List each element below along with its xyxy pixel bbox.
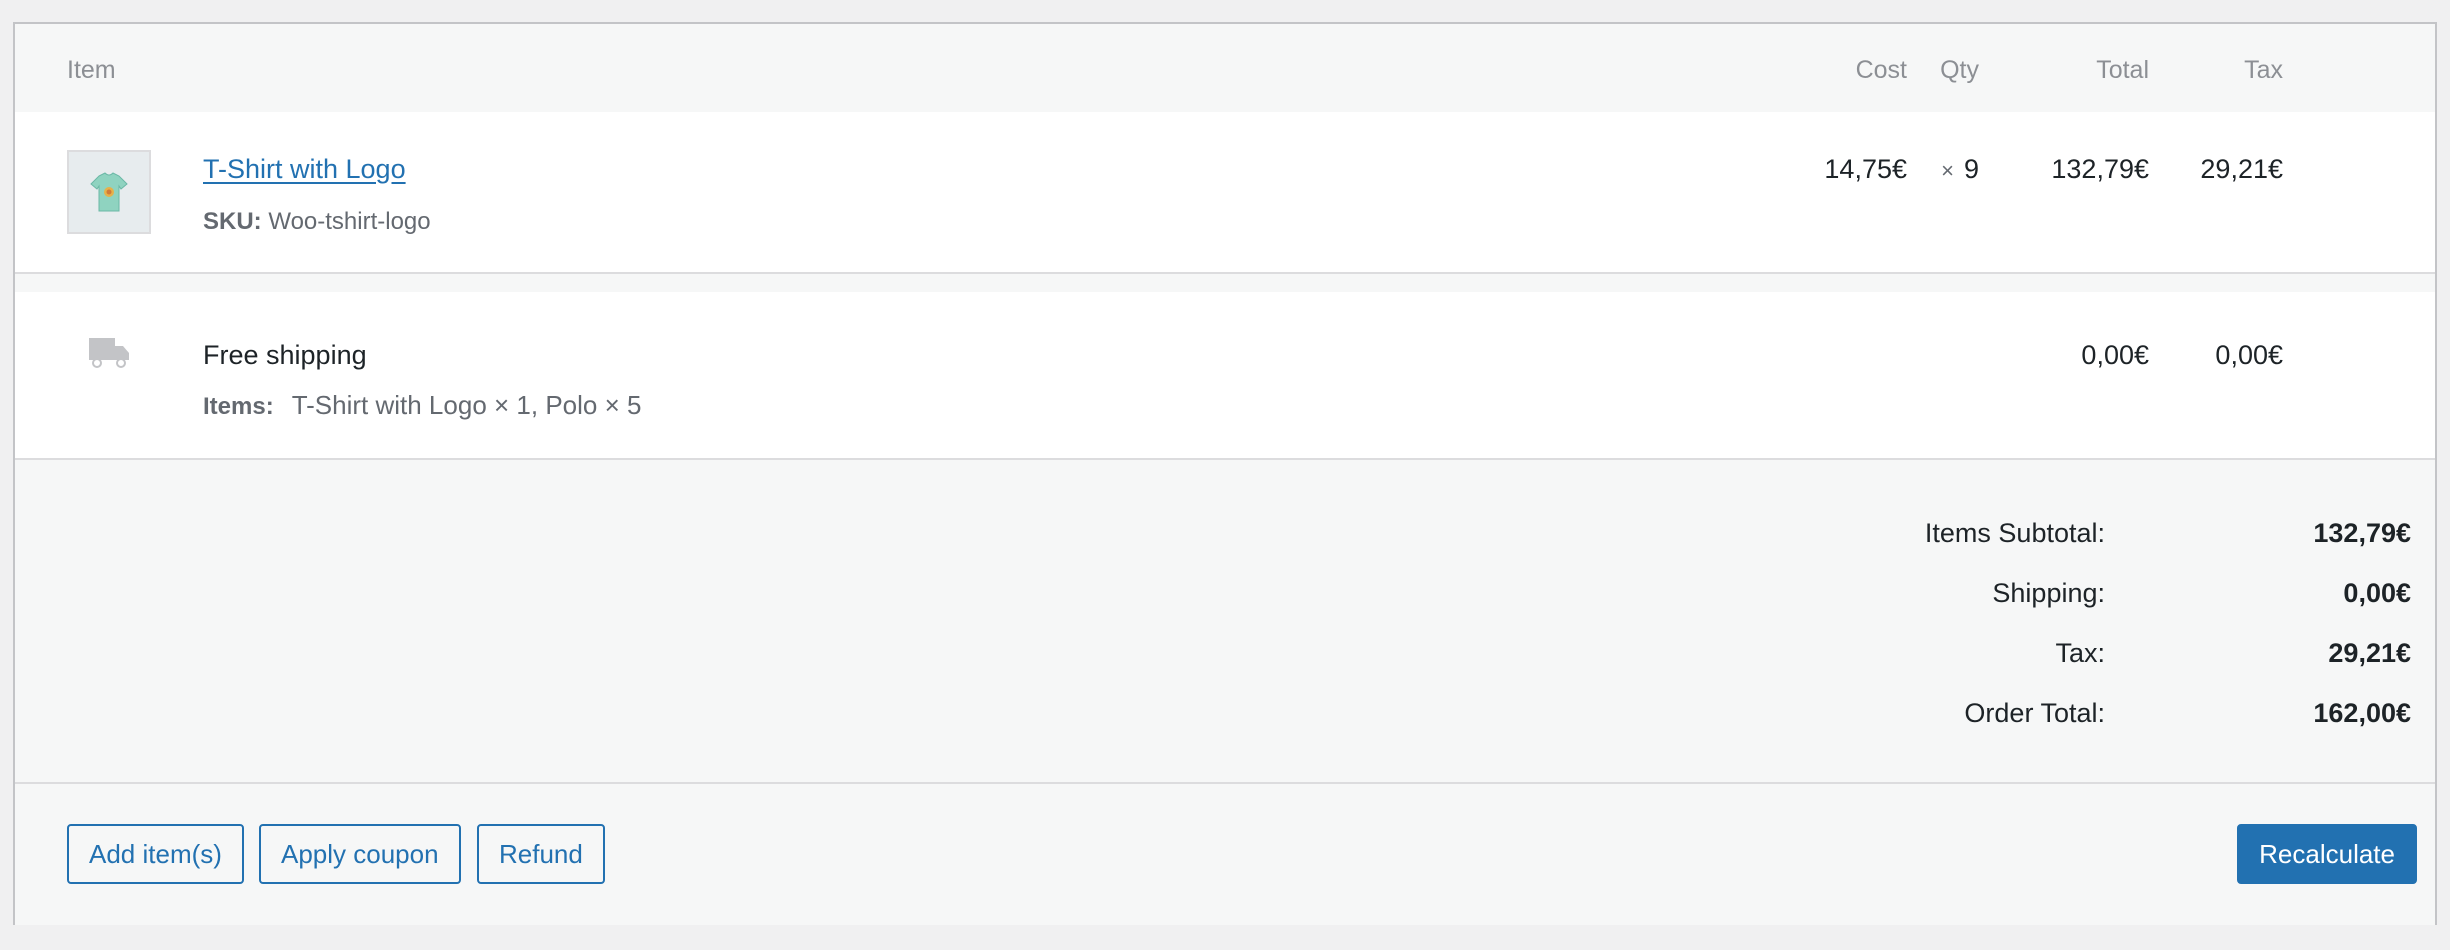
shipping-items-value: T-Shirt with Logo × 1, Polo × 5 — [291, 390, 642, 420]
shipping-total-label: Shipping: — [1992, 578, 2105, 608]
truck-icon — [89, 338, 129, 368]
recalculate-button[interactable]: Recalculate — [2237, 824, 2417, 884]
tax-total-value: 29,21€ — [2328, 638, 2411, 668]
qty-value: 9 — [1963, 154, 1979, 184]
shipping-total: 0,00€ — [2081, 340, 2149, 370]
item-qty: × 9 — [1941, 154, 1979, 185]
shipping-total-value: 0,00€ — [2343, 578, 2411, 608]
order-total-label: Order Total: — [1964, 698, 2105, 728]
header-total: Total — [2096, 56, 2149, 84]
line-item-row: T-Shirt with Logo SKU: Woo-tshirt-logo 1… — [15, 112, 2435, 274]
shipping-tax: 0,00€ — [2215, 340, 2283, 370]
shipping-items: Items: T-Shirt with Logo × 1, Polo × 5 — [203, 390, 641, 421]
tax-total-label: Tax: — [2055, 638, 2105, 668]
qty-multiply-symbol: × — [1941, 158, 1954, 183]
item-total: 132,79€ — [2051, 154, 2149, 184]
product-sku: SKU: Woo-tshirt-logo — [203, 208, 431, 236]
shipping-line-row: Free shipping Items: T-Shirt with Logo × … — [15, 292, 2435, 460]
shipping-items-label: Items: — [203, 393, 274, 420]
header-qty: Qty — [1940, 56, 1979, 84]
item-cost: 14,75€ — [1824, 154, 1907, 184]
refund-button[interactable]: Refund — [477, 824, 605, 884]
table-header: Item Cost Qty Total Tax — [15, 24, 2435, 112]
sku-label: SKU: — [203, 208, 262, 235]
items-subtotal-value: 132,79€ — [2313, 518, 2411, 548]
shipping-method-name: Free shipping — [203, 340, 367, 370]
tshirt-thumbnail-icon — [90, 172, 128, 212]
items-subtotal-label: Items Subtotal: — [1924, 518, 2105, 548]
product-thumbnail[interactable] — [67, 150, 151, 234]
order-actions-bar: Add item(s) Apply coupon Refund Recalcul… — [15, 782, 2435, 925]
apply-coupon-button[interactable]: Apply coupon — [259, 824, 461, 884]
product-name-link[interactable]: T-Shirt with Logo — [203, 154, 406, 185]
header-item: Item — [67, 56, 116, 84]
sku-value: Woo-tshirt-logo — [268, 208, 431, 235]
order-items-panel: Item Cost Qty Total Tax T-Shirt with Log… — [13, 22, 2437, 925]
header-cost: Cost — [1855, 56, 1907, 84]
order-total-value: 162,00€ — [2313, 698, 2411, 728]
header-tax: Tax — [2244, 56, 2283, 84]
item-tax: 29,21€ — [2200, 154, 2283, 184]
add-items-button[interactable]: Add item(s) — [67, 824, 244, 884]
